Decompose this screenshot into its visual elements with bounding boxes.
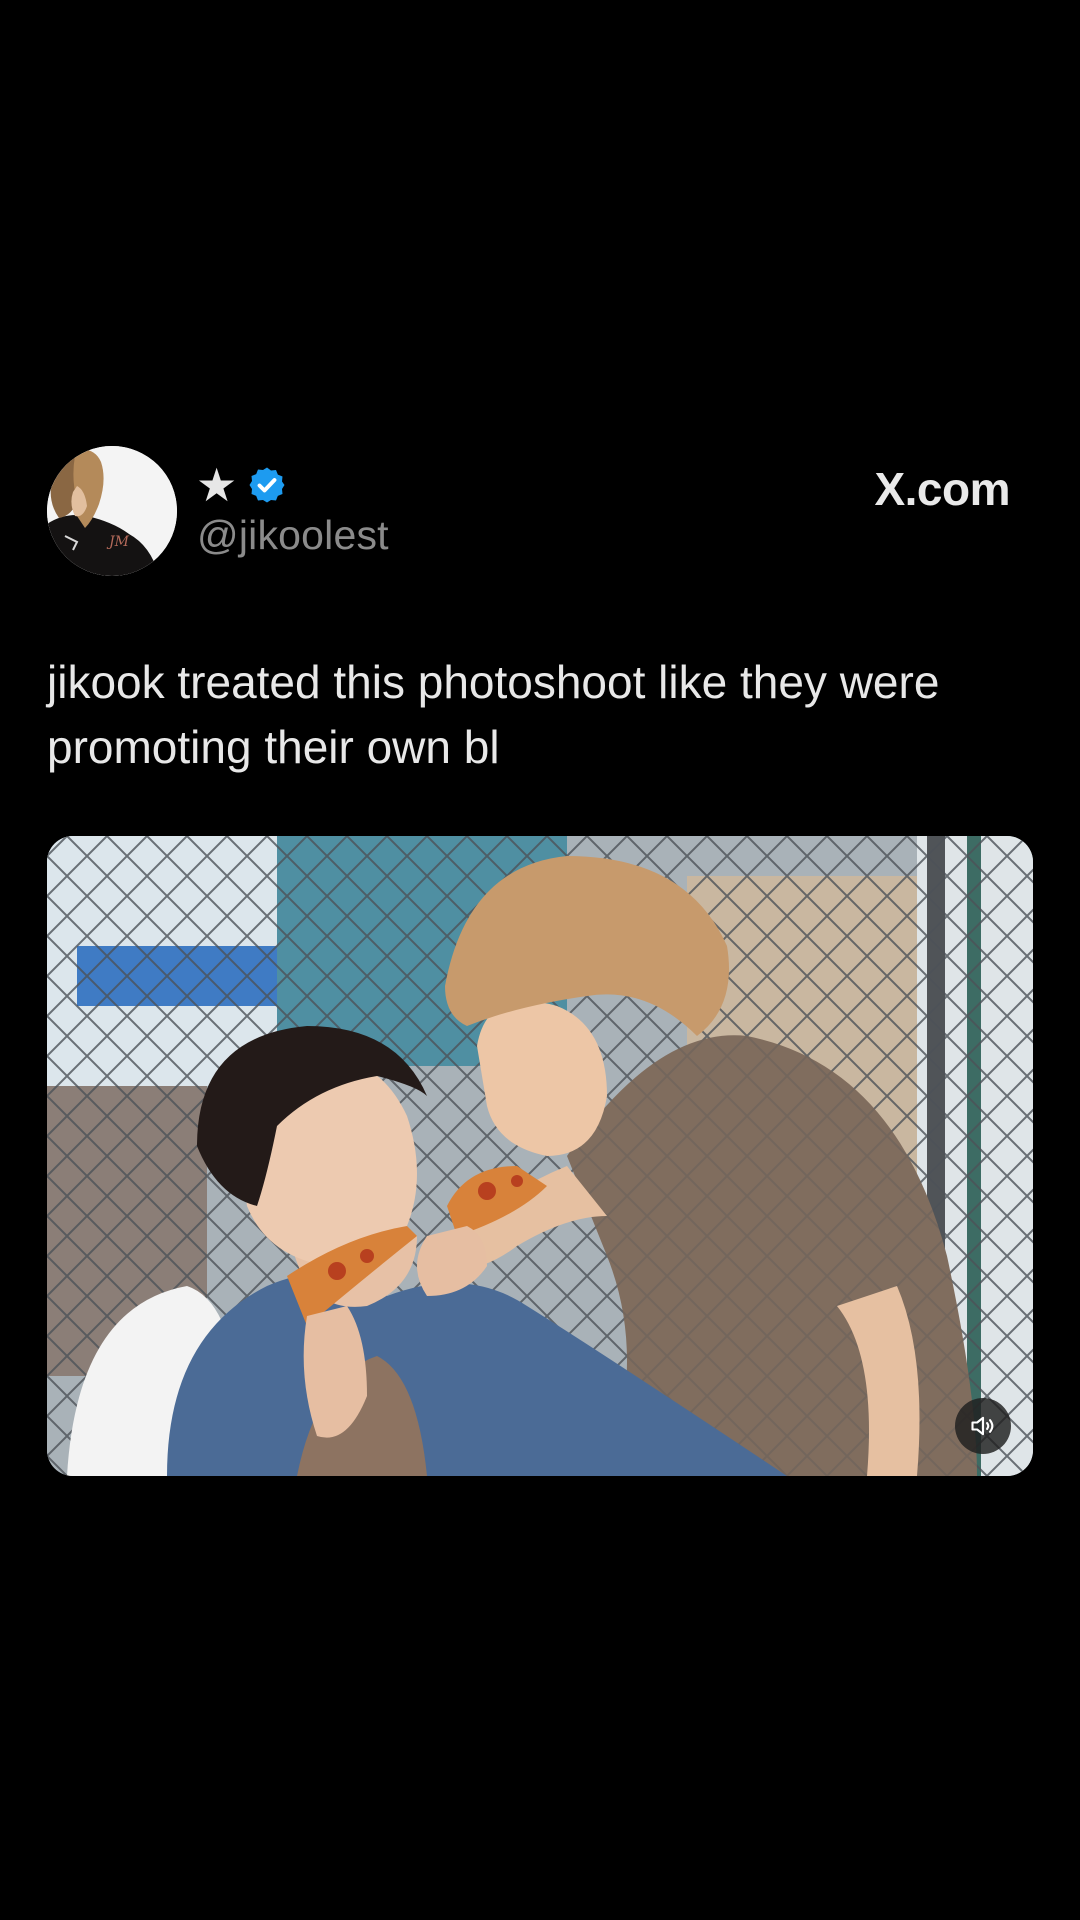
verified-badge-icon [249, 467, 285, 503]
author-name-row: ★ [196, 458, 287, 512]
avatar[interactable]: JM [47, 446, 177, 576]
post-text: jikook treated this photoshoot like they… [47, 656, 940, 773]
avatar-image: JM [47, 446, 177, 576]
post-card: JM ★ @jikoolest X.com jikook treated thi… [0, 0, 1080, 1920]
video-frame [47, 836, 1033, 1476]
svg-text:JM: JM [106, 534, 130, 550]
author-handle[interactable]: @jikoolest [197, 512, 389, 559]
speaker-icon [971, 1416, 994, 1436]
display-name[interactable]: ★ [196, 462, 237, 508]
sound-toggle-button[interactable] [955, 1398, 1011, 1454]
post-video[interactable] [47, 836, 1033, 1476]
source-label: X.com [874, 463, 1010, 515]
